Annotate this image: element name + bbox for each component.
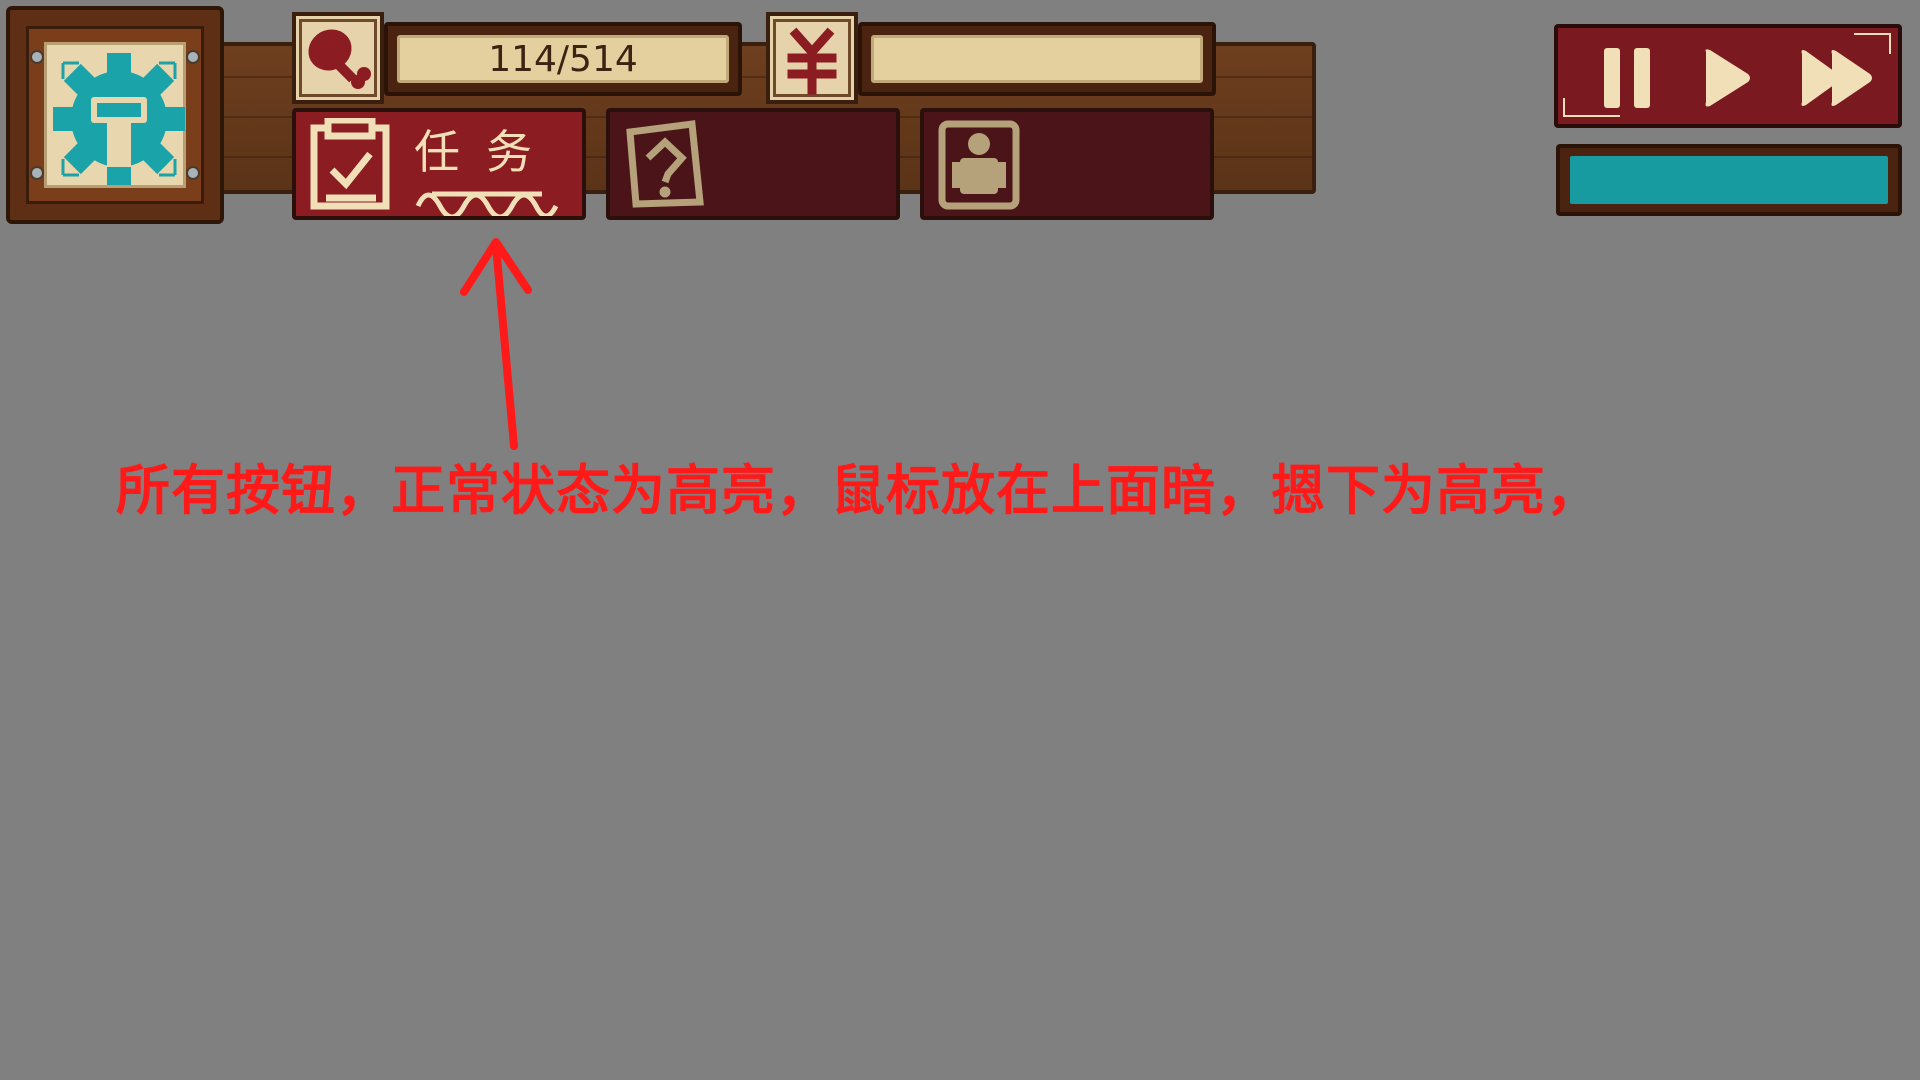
character-figure-icon xyxy=(938,120,1020,210)
food-value: 114/514 xyxy=(397,35,729,83)
question-rune-icon xyxy=(626,120,704,208)
annotation-arrow-icon xyxy=(460,238,532,450)
gear-icon xyxy=(53,53,185,185)
corner-ornament-icon xyxy=(1563,98,1620,117)
money-resource xyxy=(766,12,1216,104)
game-hud-screen: 114/514 任务 所有按钮，正常状态为高亮，鼠标放在上面暗，摁下为高亮， xyxy=(0,0,1920,1080)
screw-icon xyxy=(30,50,44,64)
tab-task-label: 任务 xyxy=(414,125,558,179)
tab-character[interactable] xyxy=(920,108,1214,220)
time-progress-fill xyxy=(1570,156,1888,204)
corner-ornament-icon xyxy=(1854,33,1891,54)
money-value xyxy=(871,35,1203,83)
food-bar: 114/514 xyxy=(384,22,742,96)
meat-drumstick-icon xyxy=(308,29,371,89)
clipboard-check-icon xyxy=(310,118,390,210)
tab-task[interactable]: 任务 xyxy=(292,108,586,220)
annotation-text: 所有按钮，正常状态为高亮，鼠标放在上面暗，摁下为高亮， xyxy=(116,459,1601,522)
screw-icon xyxy=(30,166,44,180)
food-resource: 114/514 xyxy=(292,12,742,104)
time-progress-bar xyxy=(1556,144,1902,216)
speed-controls xyxy=(1554,24,1902,128)
money-icon-frame xyxy=(766,12,858,104)
money-bar xyxy=(858,22,1216,96)
tab-mystery[interactable] xyxy=(606,108,900,220)
settings-button[interactable] xyxy=(6,6,224,224)
food-icon-frame xyxy=(292,12,384,104)
play-icon[interactable] xyxy=(1698,46,1754,110)
cloud-ornament-icon xyxy=(415,191,559,216)
settings-panel xyxy=(44,42,186,188)
yuan-currency-icon xyxy=(787,27,837,95)
